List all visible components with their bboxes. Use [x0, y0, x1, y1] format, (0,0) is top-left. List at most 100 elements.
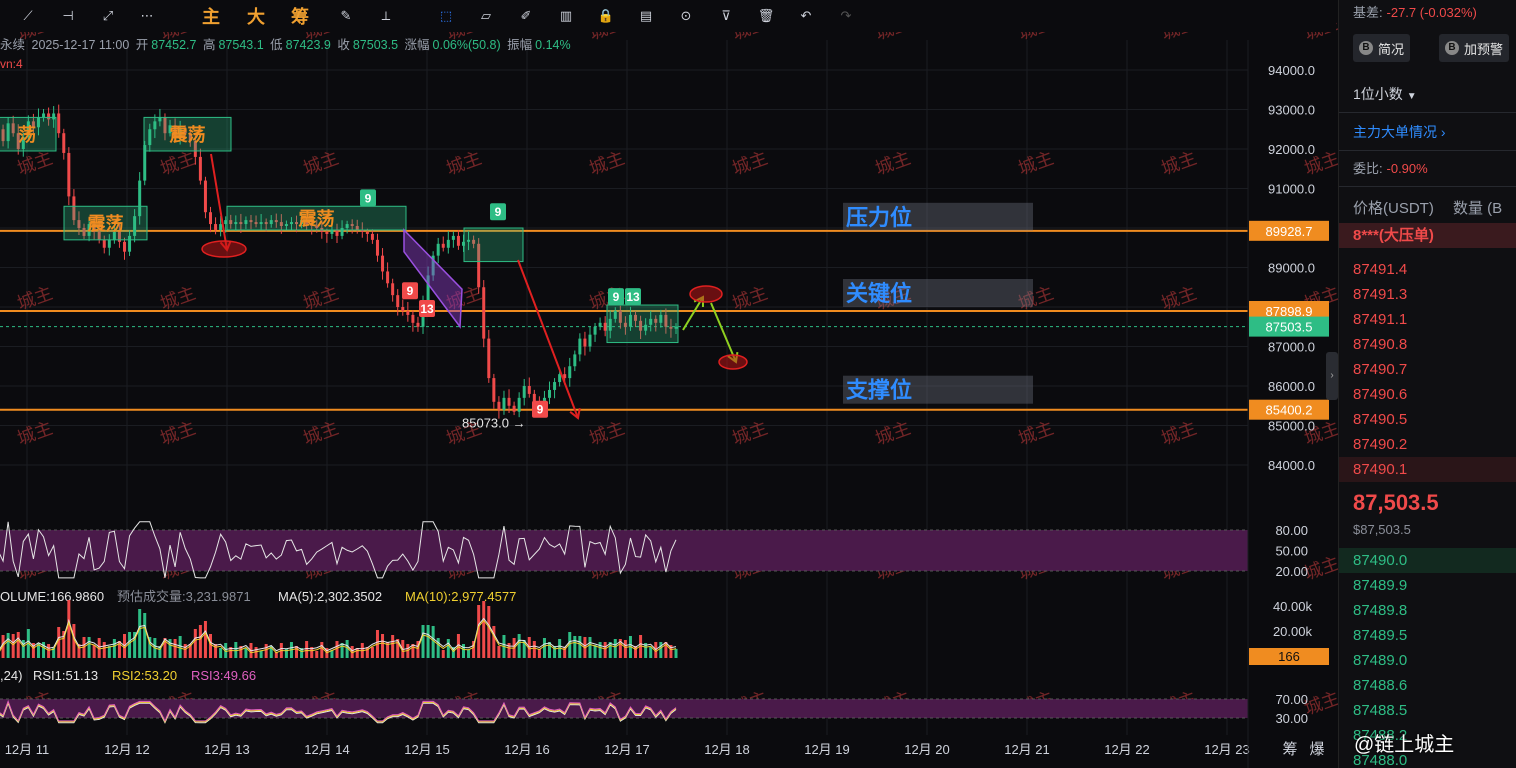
edit-icon[interactable]: ✎: [335, 4, 357, 28]
ask-row[interactable]: 87490.5: [1339, 407, 1516, 432]
candle-body: [122, 241, 126, 252]
high-value: 87543.1: [218, 38, 264, 52]
x-tail-label: 爆: [1309, 741, 1324, 758]
ask-row[interactable]: 87490.1: [1339, 457, 1516, 482]
undo-icon[interactable]: ↶: [795, 4, 817, 28]
lock-icon[interactable]: 🔒: [595, 4, 617, 28]
bid-row[interactable]: 87488.5: [1339, 698, 1516, 723]
bitcoin-icon: B: [1445, 41, 1459, 55]
volume-bar: [209, 634, 213, 658]
volume-bar: [183, 644, 187, 658]
big-ask-row[interactable]: 8***(大压单): [1339, 223, 1516, 248]
chart-canvas[interactable]: 城主 城主 城主 城主 城主 城主 城主 城主 城主 城主城主 城主 城主 城主 城主 城主 城主 城主 城主城主…: [0, 0, 1338, 768]
pencil-icon[interactable]: ✐: [515, 4, 537, 28]
range-zone-label: 震荡: [88, 213, 124, 234]
indicator-toggle-1[interactable]: 大: [245, 4, 267, 28]
big-orders-link[interactable]: 主力大单情况 ›: [1353, 122, 1446, 142]
candle-body: [209, 212, 213, 225]
ask-row[interactable]: 87491.3: [1339, 282, 1516, 307]
td-count-label: 9: [407, 284, 414, 298]
volume-bar: [426, 625, 430, 658]
ruler-icon[interactable]: ▱: [475, 4, 497, 28]
volume-bar: [370, 647, 374, 658]
candle-body: [62, 133, 66, 153]
filter-icon[interactable]: ⊽: [715, 4, 737, 28]
decimals-select[interactable]: 1位小数 ▼: [1353, 84, 1417, 104]
magnet-icon[interactable]: ⊙: [675, 4, 697, 28]
volume-bar: [138, 609, 142, 658]
horizontal-line-icon[interactable]: ⊣: [57, 4, 79, 28]
candle-body: [365, 231, 369, 234]
candle-body: [487, 338, 491, 379]
y-tick-label: 91000.0: [1268, 182, 1315, 197]
rsi2-band: [0, 699, 1248, 718]
last-price-usd: $87,503.5: [1353, 522, 1411, 537]
bid-row[interactable]: 87489.0: [1339, 648, 1516, 673]
drawing-toolbar: ⟋ ⊣ ⤢ ⋯ ✎ ⟂ ⬚ ▱ ✐ ▥ 🔒 ▤ ⊙ ⊽ 🗑 ↶ ↷ 主大筹: [0, 0, 1336, 32]
x-tick-label: 12月 16: [504, 742, 550, 757]
profile-button[interactable]: B 简况: [1353, 34, 1411, 62]
measure-icon[interactable]: ⟂: [375, 4, 397, 28]
candle-icon[interactable]: ▥: [555, 4, 577, 28]
basis-label: 基差:: [1353, 5, 1383, 20]
cursor-icon[interactable]: ⬚: [435, 4, 457, 28]
x-tick-label: 12月 18: [704, 742, 750, 757]
ask-row[interactable]: 87490.6: [1339, 382, 1516, 407]
candle-body: [102, 239, 106, 248]
rsi2-label: RSI2:53.20: [112, 668, 177, 683]
candle-body: [522, 386, 526, 398]
ask-row[interactable]: 87490.7: [1339, 357, 1516, 382]
x-tick-label: 12月 11: [5, 742, 50, 757]
volume-info-label: MA(10):2,977.4577: [405, 589, 516, 604]
redo-icon[interactable]: ↷: [835, 4, 857, 28]
trend-line-icon[interactable]: ⤢: [97, 4, 119, 28]
candle-body: [482, 287, 486, 339]
volume-bar: [391, 635, 395, 658]
bid-row[interactable]: 87489.8: [1339, 598, 1516, 623]
candle-datetime: 2025-12-17 11:00: [31, 38, 130, 52]
line-tool-icon[interactable]: ⟋: [17, 4, 39, 28]
volume-bar: [320, 642, 324, 658]
more-icon[interactable]: ⋯: [136, 4, 158, 28]
trash-icon[interactable]: 🗑: [755, 4, 777, 28]
indicator-vn: vn:4: [0, 57, 23, 71]
ask-row[interactable]: 87490.8: [1339, 332, 1516, 357]
panel-collapse-handle[interactable]: ›: [1326, 352, 1338, 400]
candle-body: [107, 239, 111, 248]
volume-bar: [542, 638, 546, 658]
level-label: 支撑位: [846, 378, 912, 403]
bid-row[interactable]: 87489.5: [1339, 623, 1516, 648]
ask-row[interactable]: 87491.1: [1339, 307, 1516, 332]
x-tick-label: 12月 17: [604, 742, 650, 757]
volume-bar: [482, 601, 486, 658]
bid-row[interactable]: 87488.6: [1339, 673, 1516, 698]
volume-current-tag-label: 166: [1278, 649, 1300, 664]
note-icon[interactable]: ▤: [635, 4, 657, 28]
candle-body: [42, 113, 46, 118]
ask-row[interactable]: 87490.2: [1339, 432, 1516, 457]
ask-row[interactable]: 87491.4: [1339, 257, 1516, 282]
open-value: 87452.7: [151, 38, 197, 52]
bid-row[interactable]: 87489.9: [1339, 573, 1516, 598]
x-tick-label: 12月 14: [304, 742, 350, 757]
x-tick-label: 12月 21: [1004, 742, 1050, 757]
indicator-toggle-2[interactable]: 筹: [289, 4, 311, 28]
add-alert-button[interactable]: B 加预警: [1439, 34, 1510, 62]
add-alert-label: 加预警: [1464, 41, 1504, 57]
range-zone-label: 荡: [18, 124, 36, 145]
candle-body: [492, 378, 496, 402]
volume-bar: [659, 642, 663, 658]
candle-body: [578, 338, 582, 355]
bid-row[interactable]: 87490.0: [1339, 548, 1516, 573]
volume-info-label: MA(5):2,302.3502: [278, 589, 382, 604]
high-label: 高: [202, 38, 216, 52]
volume-bar: [497, 646, 501, 658]
close-value: 87503.5: [352, 38, 399, 52]
candle-body: [391, 283, 395, 296]
chevron-right-icon: ›: [1437, 124, 1446, 140]
volume-bar: [649, 647, 653, 658]
col-qty-header: 数量 (B: [1453, 200, 1503, 217]
indicator-toggle-0[interactable]: 主: [200, 4, 222, 28]
candle-body: [411, 314, 415, 323]
volume-bar: [492, 626, 496, 658]
